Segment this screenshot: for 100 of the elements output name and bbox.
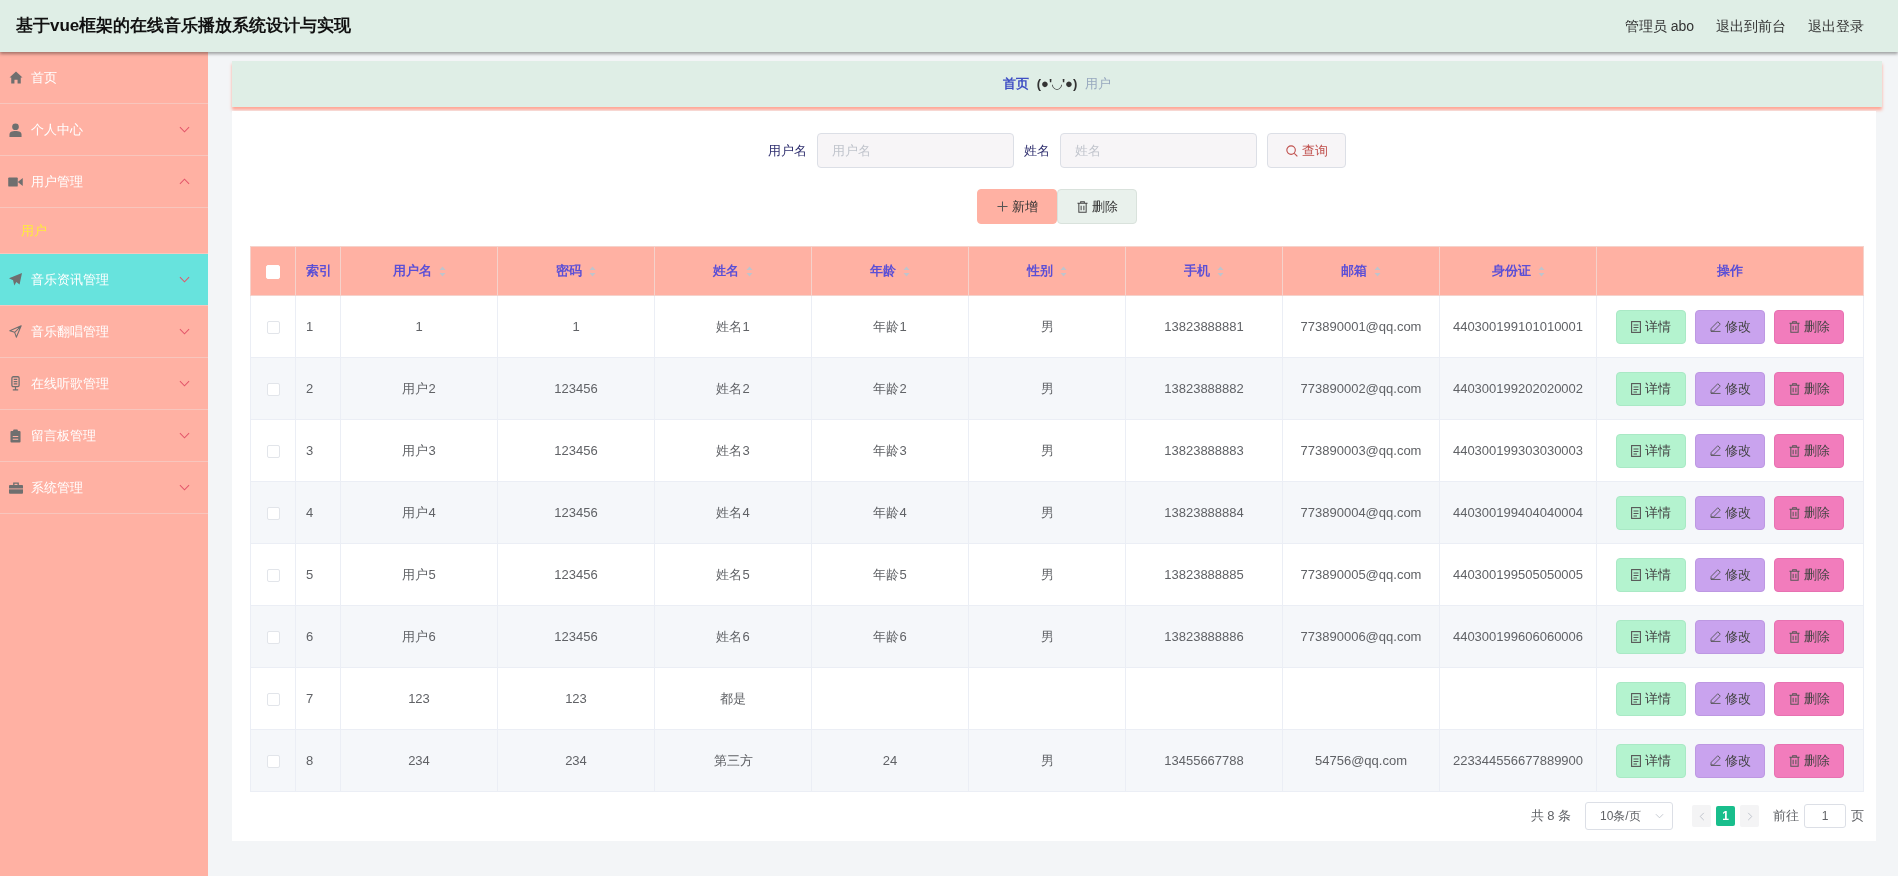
delete-button[interactable]: 删除 xyxy=(1774,495,1844,530)
breadcrumb-link[interactable]: 首页 xyxy=(1002,74,1029,94)
logout-link[interactable]: 退出登录 xyxy=(1808,15,1864,37)
trash-icon xyxy=(1788,568,1800,581)
detail-button[interactable]: 详情 xyxy=(1616,495,1686,530)
search-button[interactable]: 查询 xyxy=(1267,133,1346,168)
delete-button[interactable]: 删除 xyxy=(1774,743,1844,778)
table-cell: 年龄4 xyxy=(811,481,969,544)
table-cell: 姓名2 xyxy=(654,357,812,420)
table-cell: 第三方 xyxy=(654,729,812,792)
table-cell: 234 xyxy=(340,729,498,792)
row-checkbox[interactable] xyxy=(266,444,280,458)
edit-button[interactable]: 修改 xyxy=(1695,433,1765,468)
sort-icon[interactable] xyxy=(1537,265,1545,277)
row-checkbox[interactable] xyxy=(266,630,280,644)
detail-button[interactable]: 详情 xyxy=(1616,619,1686,654)
delete-button[interactable]: 删除 xyxy=(1057,189,1137,224)
table-cell: 用户6 xyxy=(340,605,498,668)
delete-button[interactable]: 删除 xyxy=(1774,557,1844,592)
edit-button[interactable]: 修改 xyxy=(1695,619,1765,654)
sort-icon[interactable] xyxy=(589,265,596,277)
sort-icon[interactable] xyxy=(746,265,753,277)
goto-page-field[interactable]: 1 xyxy=(1804,804,1846,828)
table-cell: 440300199606060006 xyxy=(1439,605,1597,668)
table-cell: 223344556677889900 xyxy=(1439,729,1597,792)
edit-button[interactable]: 修改 xyxy=(1695,743,1765,778)
select-all-checkbox[interactable] xyxy=(266,264,280,279)
column-header: 密码 xyxy=(556,262,582,281)
detail-button[interactable]: 详情 xyxy=(1616,433,1686,468)
delete-button[interactable]: 删除 xyxy=(1774,371,1844,406)
sort-icon[interactable] xyxy=(903,265,910,277)
table-cell: 13823888883 xyxy=(1125,419,1283,482)
delete-button[interactable]: 删除 xyxy=(1774,619,1844,654)
detail-button[interactable]: 详情 xyxy=(1616,743,1686,778)
document-icon xyxy=(1631,630,1641,643)
table-cell: 234 xyxy=(497,729,655,792)
sort-icon[interactable] xyxy=(438,265,446,277)
delete-button[interactable]: 删除 xyxy=(1774,309,1844,344)
table-cell: 440300199101010001 xyxy=(1439,295,1597,358)
detail-button[interactable]: 详情 xyxy=(1616,309,1686,344)
row-checkbox[interactable] xyxy=(266,382,280,396)
table-cell: 都是 xyxy=(654,667,812,730)
row-checkbox[interactable] xyxy=(266,320,280,334)
delete-button[interactable]: 删除 xyxy=(1774,433,1844,468)
table-cell: 123456 xyxy=(497,419,655,482)
detail-button[interactable]: 详情 xyxy=(1616,557,1686,592)
row-checkbox[interactable] xyxy=(266,568,280,582)
edit-button[interactable]: 修改 xyxy=(1695,371,1765,406)
table-cell: 男 xyxy=(968,357,1126,420)
table-cell: 2 xyxy=(295,357,341,420)
row-checkbox[interactable] xyxy=(266,506,280,520)
table-cell: 用户2 xyxy=(340,357,498,420)
document-icon xyxy=(1631,506,1641,519)
table-cell: 男 xyxy=(968,481,1126,544)
table-cell: 123456 xyxy=(497,605,655,668)
delete-button[interactable]: 删除 xyxy=(1774,681,1844,716)
table-cell: 773890004@qq.com xyxy=(1282,481,1440,544)
briefcase-icon xyxy=(8,481,23,494)
table-cell: 773890005@qq.com xyxy=(1282,543,1440,606)
page-size-select[interactable]: 10条/页 xyxy=(1585,802,1673,830)
trash-icon xyxy=(1788,692,1800,705)
table-cell: 13455667788 xyxy=(1125,729,1283,792)
sort-icon[interactable] xyxy=(1374,265,1381,277)
sort-icon[interactable] xyxy=(1060,265,1067,277)
pencil-icon xyxy=(1709,383,1721,394)
column-header: 用户名 xyxy=(392,262,432,281)
column-header: 姓名 xyxy=(713,262,739,281)
microphone-icon xyxy=(11,376,20,391)
edit-button[interactable]: 修改 xyxy=(1695,495,1765,530)
trash-icon xyxy=(1788,506,1800,519)
edit-button[interactable]: 修改 xyxy=(1695,557,1765,592)
edit-button[interactable]: 修改 xyxy=(1695,309,1765,344)
table-cell: 年龄3 xyxy=(811,419,969,482)
table-cell: 13823888881 xyxy=(1125,295,1283,358)
chevron-down-icon xyxy=(1655,813,1664,819)
table-cell: 姓名5 xyxy=(654,543,812,606)
detail-button[interactable]: 详情 xyxy=(1616,681,1686,716)
add-button[interactable]: 新增 xyxy=(977,189,1057,224)
table-cell: 773890003@qq.com xyxy=(1282,419,1440,482)
table-cell: 440300199404040004 xyxy=(1439,481,1597,544)
document-icon xyxy=(1631,382,1641,395)
table-cell: 用户4 xyxy=(340,481,498,544)
field-label: 姓名 xyxy=(1024,141,1050,160)
row-checkbox[interactable] xyxy=(266,692,280,706)
edit-button[interactable]: 修改 xyxy=(1695,681,1765,716)
table-cell: 24 xyxy=(811,729,969,792)
table-cell: 4 xyxy=(295,481,341,544)
table-cell: 13823888884 xyxy=(1125,481,1283,544)
table-cell: 1 xyxy=(295,295,341,358)
sort-icon[interactable] xyxy=(1217,265,1224,277)
front-page-link[interactable]: 退出到前台 xyxy=(1716,15,1786,37)
table-cell: 13823888882 xyxy=(1125,357,1283,420)
table-cell: 年龄1 xyxy=(811,295,969,358)
column-header: 邮箱 xyxy=(1341,262,1367,281)
table-cell: 姓名6 xyxy=(654,605,812,668)
row-checkbox[interactable] xyxy=(266,754,280,768)
page-suffix-label: 页 xyxy=(1851,807,1864,826)
goto-label: 前往 xyxy=(1773,807,1799,826)
home-icon xyxy=(8,71,23,84)
detail-button[interactable]: 详情 xyxy=(1616,371,1686,406)
